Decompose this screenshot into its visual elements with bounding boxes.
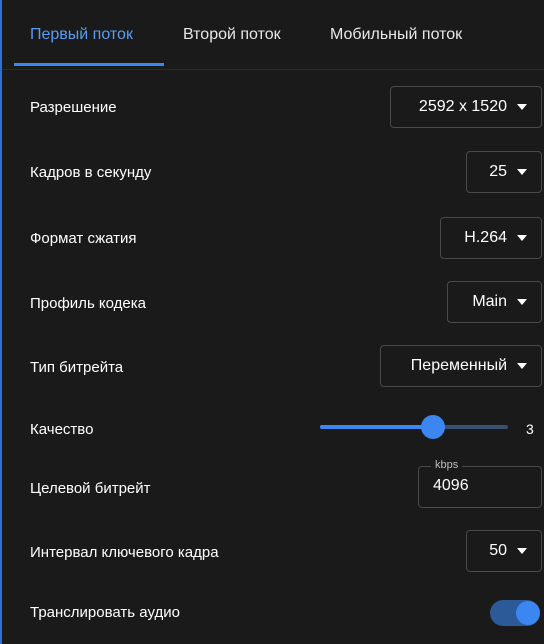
bitrate-type-label: Тип битрейта xyxy=(30,359,124,376)
keyframe-interval-select[interactable]: 50 xyxy=(466,530,542,572)
audio-toggle[interactable] xyxy=(490,600,540,626)
target-bitrate-input[interactable] xyxy=(433,477,533,495)
resolution-label: Разрешение xyxy=(30,99,117,116)
codec-label: Формат сжатия xyxy=(30,230,137,247)
caret-down-icon xyxy=(517,104,527,110)
stream-tabs: Первый поток Второй поток Мобильный пото… xyxy=(2,0,544,70)
caret-down-icon xyxy=(517,548,527,554)
quality-slider-thumb[interactable] xyxy=(420,415,445,439)
codec-value: H.264 xyxy=(464,229,507,246)
fps-label: Кадров в секунду xyxy=(30,164,152,181)
keyframe-interval-value: 50 xyxy=(489,542,507,559)
quality-slider[interactable] xyxy=(320,415,508,439)
codec-select[interactable]: H.264 xyxy=(440,217,542,259)
caret-down-icon xyxy=(517,363,527,369)
target-bitrate-unit: kbps xyxy=(431,459,463,471)
fps-value: 25 xyxy=(489,163,507,180)
quality-value: 3 xyxy=(526,421,534,437)
profile-label: Профиль кодека xyxy=(30,295,146,312)
profile-select[interactable]: Main xyxy=(447,281,542,323)
fps-select[interactable]: 25 xyxy=(466,151,542,193)
caret-down-icon xyxy=(517,299,527,305)
tab-second-stream[interactable]: Второй поток xyxy=(183,26,281,44)
target-bitrate-field: kbps xyxy=(418,459,542,508)
resolution-value: 2592 x 1520 xyxy=(418,98,507,115)
caret-down-icon xyxy=(517,169,527,175)
caret-down-icon xyxy=(517,235,527,241)
resolution-select[interactable]: 2592 x 1520 xyxy=(390,86,542,128)
tab-mobile-stream[interactable]: Мобильный поток xyxy=(330,26,462,44)
quality-slider-fill xyxy=(320,425,433,429)
audio-label: Транслировать аудио xyxy=(30,604,180,621)
keyframe-interval-label: Интервал ключевого кадра xyxy=(30,544,219,561)
profile-value: Main xyxy=(472,293,507,310)
stream-settings-panel: Первый поток Второй поток Мобильный пото… xyxy=(0,0,544,644)
tab-first-stream[interactable]: Первый поток xyxy=(30,26,133,44)
active-tab-indicator xyxy=(14,63,164,66)
audio-toggle-thumb xyxy=(516,601,540,625)
quality-label: Качество xyxy=(30,421,94,438)
target-bitrate-label: Целевой битрейт xyxy=(30,480,151,497)
bitrate-type-select[interactable]: Переменный xyxy=(380,345,542,387)
bitrate-type-value: Переменный xyxy=(410,357,507,374)
